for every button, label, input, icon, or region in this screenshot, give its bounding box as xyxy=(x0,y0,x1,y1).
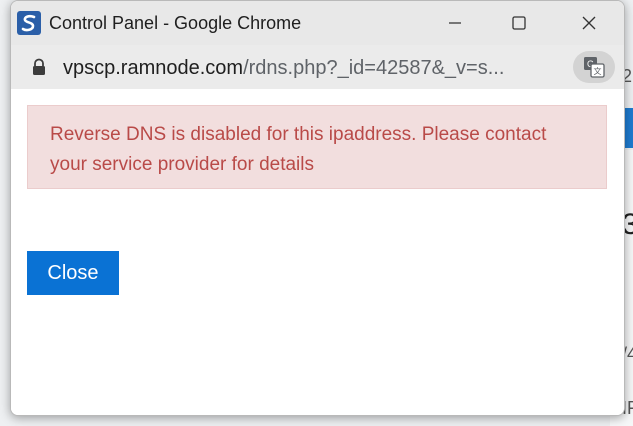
url-domain: vpscp.ramnode.com xyxy=(63,57,244,79)
translate-button[interactable]: G 文 xyxy=(573,51,615,83)
close-button[interactable]: Close xyxy=(27,251,119,295)
error-alert: Reverse DNS is disabled for this ipaddre… xyxy=(27,105,607,189)
minimize-icon xyxy=(449,22,461,24)
lock-icon[interactable] xyxy=(31,58,47,76)
minimize-button[interactable] xyxy=(435,7,475,39)
address-bar[interactable]: vpscp.ramnode.com/rdns.php?_id=42587&_v=… xyxy=(11,45,624,89)
page-content: Reverse DNS is disabled for this ipaddre… xyxy=(11,89,624,415)
maximize-icon xyxy=(512,16,526,30)
app-logo-icon xyxy=(17,11,41,35)
window-title: Control Panel - Google Chrome xyxy=(49,13,302,33)
svg-text:文: 文 xyxy=(594,66,602,76)
maximize-button[interactable] xyxy=(499,7,539,39)
translate-icon: G 文 xyxy=(584,57,605,78)
url-path: /rdns.php?_id=42587&_v=s... xyxy=(243,57,505,79)
popup-window: Control Panel - Google Chrome vpscp.ramn… xyxy=(10,0,625,416)
close-window-button[interactable] xyxy=(569,7,609,39)
url-text[interactable]: vpscp.ramnode.com/rdns.php?_id=42587&_v=… xyxy=(63,57,504,80)
title-bar[interactable]: Control Panel - Google Chrome xyxy=(11,1,624,45)
close-icon xyxy=(582,16,596,30)
